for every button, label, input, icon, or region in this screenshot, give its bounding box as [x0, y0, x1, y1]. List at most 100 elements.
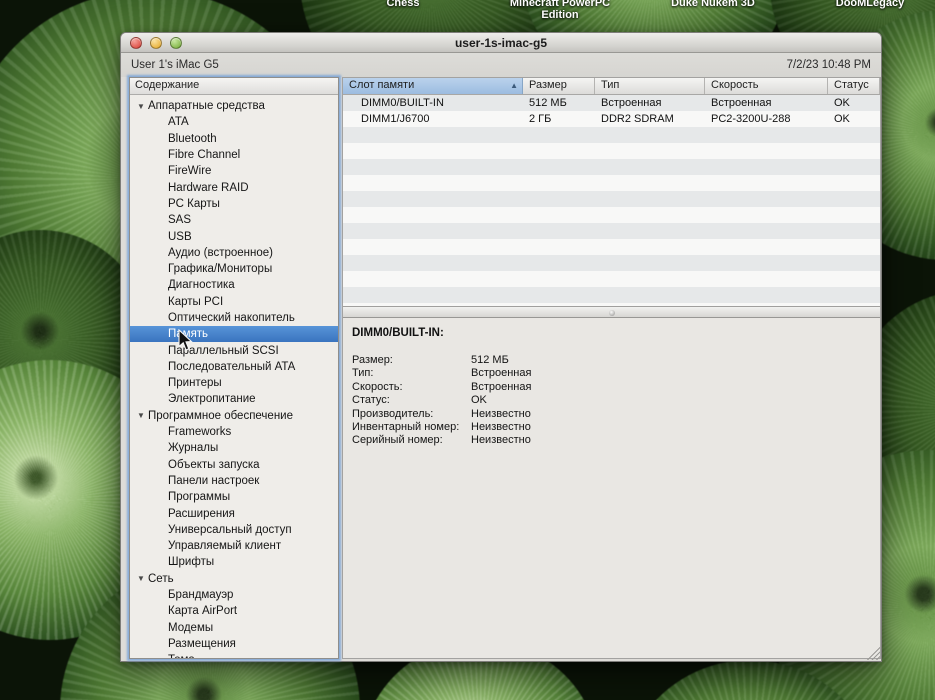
details-field-value: Встроенная — [471, 367, 532, 380]
contents-sidebar: Содержание ▼ Аппаратные средства ATA Blueto… — [129, 77, 339, 659]
table-cell: Встроенная — [601, 97, 662, 109]
details-field-label: Размер: — [352, 354, 393, 366]
sidebar-item[interactable]: Шрифты — [130, 554, 338, 570]
sidebar-item[interactable]: SAS — [130, 212, 338, 228]
sidebar-item[interactable]: Диагностика — [130, 277, 338, 293]
sidebar-item[interactable]: Карты PCI — [130, 294, 338, 310]
sidebar-item[interactable]: FireWire — [130, 163, 338, 179]
sidebar-item[interactable]: Управляемый клиент — [130, 538, 338, 554]
table-cell: OK — [834, 113, 850, 125]
sidebar-item[interactable]: Принтеры — [130, 375, 338, 391]
sidebar-item[interactable]: Графика/Мониторы — [130, 261, 338, 277]
table-cell: DIMM1/J6700 — [361, 113, 430, 125]
details-field: Статус: OK — [352, 394, 880, 407]
disclosure-triangle-icon[interactable]: ▼ — [137, 411, 148, 420]
sidebar-item[interactable]: Электропитание — [130, 391, 338, 407]
table-column-header[interactable]: Размер — [523, 78, 595, 94]
sidebar-item[interactable]: Память — [130, 326, 338, 343]
sidebar-item[interactable]: Последовательный ATA — [130, 359, 338, 375]
details-field-label: Статус: — [352, 394, 390, 407]
sidebar-item[interactable]: Bluetooth — [130, 131, 338, 147]
details-field-label: Производитель: — [352, 407, 434, 420]
desktop-icon-minecraft[interactable]: Minecraft PowerPC Edition — [480, 0, 640, 21]
computer-name: User 1's iMac G5 — [131, 59, 219, 71]
details-field-label: Серийный номер: — [352, 434, 443, 447]
details-field-value: 512 МБ — [471, 354, 509, 366]
sidebar-item[interactable]: Панели настроек — [130, 473, 338, 489]
sidebar-item[interactable]: Frameworks — [130, 424, 338, 440]
desktop-icon-chess[interactable]: Chess — [323, 0, 483, 9]
sidebar-section-label: Аппаратные средства — [148, 100, 265, 113]
table-row[interactable]: DIMM1/J6700 2 ГБ DDR2 SDRAM PC2-3200U-288 OK — [343, 111, 880, 127]
table-cell: 512 МБ — [529, 97, 567, 109]
disclosure-triangle-icon[interactable]: ▼ — [137, 102, 148, 111]
sidebar-item[interactable]: Расширения — [130, 505, 338, 521]
details-panel: DIMM0/BUILT-IN: Размер: 512 МБ Тип: Встроен… — [343, 318, 880, 658]
sidebar-item[interactable]: Объекты запуска — [130, 457, 338, 473]
table-body: DIMM0/BUILT-IN 512 МБ Встроенная Встроенная… — [343, 95, 880, 306]
main-panel: Слот памяти ▲ Размер Тип Скорость Статус DIMM… — [342, 77, 881, 659]
sort-arrow-icon: ▲ — [510, 81, 518, 90]
sidebar-section-header[interactable]: ▼ Программное обеспечение — [130, 408, 338, 424]
contents-list: ▼ Аппаратные средства ATA Bluetooth Fibre Ch… — [130, 95, 338, 658]
sidebar-item[interactable]: Карта AirPort — [130, 603, 338, 619]
window-titlebar[interactable]: user-1s-imac-g5 — [121, 33, 881, 53]
table-column-header[interactable]: Тип — [595, 78, 705, 94]
sidebar-item[interactable]: Оптический накопитель — [130, 310, 338, 326]
sidebar-item[interactable]: PC Карты — [130, 196, 338, 212]
splitter-dimple-icon — [608, 310, 615, 316]
table-cell: DDR2 SDRAM — [601, 113, 674, 125]
mouse-cursor-icon — [178, 329, 193, 351]
details-title: DIMM0/BUILT-IN: — [352, 327, 444, 339]
table-cell: DIMM0/BUILT-IN — [361, 97, 444, 109]
sidebar-item[interactable]: Тома — [130, 652, 338, 658]
table-column-header[interactable]: Слот памяти ▲ — [343, 78, 523, 94]
sidebar-item[interactable]: Журналы — [130, 440, 338, 456]
desktop-icon-doomlegacy[interactable]: DooMLegacy — [790, 0, 935, 9]
details-field-value: OK — [471, 394, 487, 407]
details-field-value: Встроенная — [471, 380, 532, 393]
sidebar-item[interactable]: USB — [130, 228, 338, 244]
resize-grip-icon[interactable] — [866, 646, 880, 660]
window-title: user-1s-imac-g5 — [454, 36, 548, 50]
sidebar-section-header[interactable]: ▼ Сеть — [130, 571, 338, 587]
table-header-row: Слот памяти ▲ Размер Тип Скорость Статус — [343, 78, 880, 95]
details-field: Размер: 512 МБ — [352, 354, 880, 367]
details-field-value: Неизвестно — [471, 434, 531, 447]
disclosure-triangle-icon[interactable]: ▼ — [137, 574, 148, 583]
details-field-label: Инвентарный номер: — [352, 421, 460, 434]
system-profiler-window: user-1s-imac-g5 User 1's iMac G5 7/2/23 … — [120, 32, 882, 662]
sidebar-item[interactable]: Hardware RAID — [130, 179, 338, 195]
details-field: Инвентарный номер: Неизвестно — [352, 421, 880, 434]
details-field: Серийный номер: Неизвестно — [352, 434, 880, 447]
details-field: Тип: Встроенная — [352, 367, 880, 380]
report-header: User 1's iMac G5 7/2/23 10:48 PM — [121, 53, 881, 77]
sidebar-item[interactable]: Fibre Channel — [130, 147, 338, 163]
sidebar-section-header[interactable]: ▼ Аппаратные средства — [130, 98, 338, 114]
sidebar-item[interactable]: Аудио (встроенное) — [130, 245, 338, 261]
desktop-icon-labels: Chess Minecraft PowerPC Edition Duke Nuk… — [0, 0, 935, 27]
table-cell: 2 ГБ — [529, 113, 552, 125]
sidebar-column-header[interactable]: Содержание — [130, 78, 338, 95]
sidebar-item[interactable]: Модемы — [130, 620, 338, 636]
sidebar-item[interactable]: Программы — [130, 489, 338, 505]
sidebar-item[interactable]: Параллельный SCSI — [130, 342, 338, 358]
table-column-header[interactable]: Статус — [828, 78, 880, 94]
table-cell: OK — [834, 97, 850, 109]
sidebar-section-label: Программное обеспечение — [148, 409, 293, 422]
memory-slot-table: Слот памяти ▲ Размер Тип Скорость Статус DIMM… — [343, 78, 880, 306]
desktop-icon-duke-nukem[interactable]: Duke Nukem 3D — [633, 0, 793, 9]
sidebar-item[interactable]: Размещения — [130, 636, 338, 652]
details-field-value: Неизвестно — [471, 421, 531, 434]
sidebar-section-label: Сеть — [148, 572, 174, 585]
details-fields: Размер: 512 МБ Тип: Встроенная Скорость: Встр… — [352, 354, 880, 448]
details-field-label: Скорость: — [352, 380, 403, 393]
sidebar-item[interactable]: Универсальный доступ — [130, 522, 338, 538]
table-row[interactable]: DIMM0/BUILT-IN 512 МБ Встроенная Встроенная… — [343, 95, 880, 111]
sidebar-item[interactable]: ATA — [130, 114, 338, 130]
details-field: Производитель: Неизвестно — [352, 408, 880, 421]
table-column-header[interactable]: Скорость — [705, 78, 828, 94]
pane-splitter[interactable] — [343, 306, 880, 318]
sidebar-item[interactable]: Брандмауэр — [130, 587, 338, 603]
details-field: Скорость: Встроенная — [352, 381, 880, 394]
